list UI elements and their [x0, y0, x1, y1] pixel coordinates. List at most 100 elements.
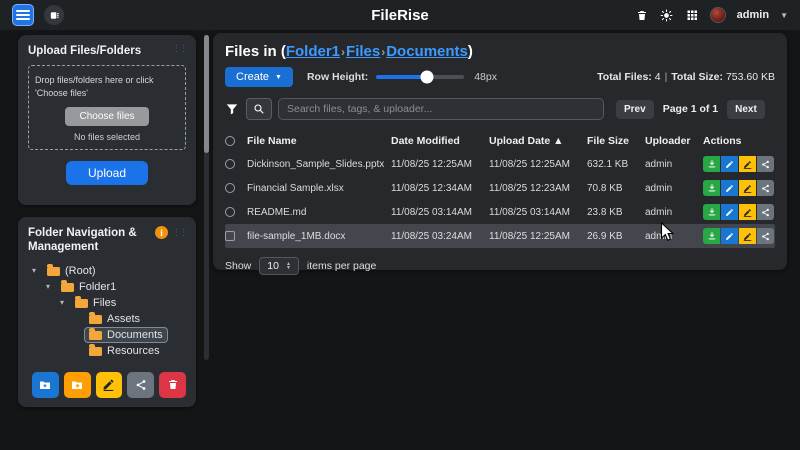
- share-icon: [761, 232, 770, 241]
- edit-tags-button[interactable]: [739, 180, 756, 196]
- share-button[interactable]: [757, 156, 774, 172]
- uploader-cell: admin: [645, 207, 703, 218]
- sun-icon[interactable]: [660, 8, 674, 22]
- share-folder-button[interactable]: [127, 372, 154, 398]
- edit-button[interactable]: [721, 156, 738, 172]
- rename-folder-button[interactable]: [96, 372, 123, 398]
- prev-page-button[interactable]: Prev: [616, 100, 654, 119]
- edit-tags-button[interactable]: [739, 228, 756, 244]
- choose-files-button[interactable]: Choose files: [65, 107, 148, 126]
- folder-icon: [47, 267, 60, 276]
- edit-icon: [725, 208, 734, 217]
- table-row[interactable]: file-sample_1MB.docx 11/08/25 03:24AM 11…: [225, 224, 775, 248]
- table-row[interactable]: Dickinson_Sample_Slides.pptx 11/08/25 12…: [225, 152, 775, 176]
- breadcrumb-folder1[interactable]: Folder1: [286, 43, 340, 60]
- search-input[interactable]: [278, 98, 604, 120]
- tree-item[interactable]: ▾ Folder1: [28, 279, 186, 295]
- row-height-value: 48px: [474, 71, 497, 83]
- items-per-page-select[interactable]: 10 ▲▼: [259, 257, 299, 275]
- download-button[interactable]: [703, 228, 720, 244]
- edit-button[interactable]: [721, 228, 738, 244]
- table-row[interactable]: README.md 11/08/25 03:14AM 11/08/25 03:1…: [225, 200, 775, 224]
- upload-panel: Upload Files/Folders ⋮⋮ Drop files/folde…: [18, 35, 196, 205]
- create-folder-button[interactable]: [32, 372, 59, 398]
- table-row[interactable]: Financial Sample.xlsx 11/08/25 12:34AM 1…: [225, 176, 775, 200]
- next-page-button[interactable]: Next: [727, 100, 765, 119]
- date-modified-cell: 11/08/25 12:25AM: [391, 159, 489, 170]
- panel-toggle-icon: [49, 10, 60, 21]
- trash-icon[interactable]: [635, 8, 649, 22]
- table-header-row: File Name Date Modified Upload Date ▲ Fi…: [225, 130, 775, 152]
- slider-thumb[interactable]: [421, 71, 434, 84]
- file-name-cell: Financial Sample.xlsx: [247, 183, 391, 194]
- share-icon: [761, 184, 770, 193]
- username-label[interactable]: admin: [737, 9, 769, 21]
- share-button[interactable]: [757, 204, 774, 220]
- heading-prefix: Files in (: [225, 43, 286, 60]
- drag-handle-icon[interactable]: ⋮⋮: [172, 44, 186, 53]
- filter-icon[interactable]: [225, 102, 239, 116]
- info-icon[interactable]: i: [155, 226, 168, 239]
- row-checkbox[interactable]: [225, 207, 235, 217]
- column-header-file-name[interactable]: File Name: [247, 135, 391, 147]
- tree-item[interactable]: ▾ Resources: [28, 343, 186, 359]
- file-size-cell: 632.1 KB: [587, 159, 645, 170]
- tag-pen-icon: [743, 160, 752, 169]
- caret-down-icon[interactable]: ▾: [60, 298, 71, 307]
- download-button[interactable]: [703, 180, 720, 196]
- folder-panel-title: Folder Navigation & Management: [28, 226, 137, 255]
- edit-button[interactable]: [721, 180, 738, 196]
- row-checkbox[interactable]: [225, 231, 235, 241]
- tree-item[interactable]: ▾ (Root): [28, 263, 186, 279]
- column-header-actions: Actions: [703, 135, 775, 147]
- edit-tags-button[interactable]: [739, 156, 756, 172]
- column-header-file-size[interactable]: File Size: [587, 135, 645, 147]
- select-all-checkbox[interactable]: [225, 136, 235, 146]
- row-actions: [703, 180, 775, 196]
- grid-icon[interactable]: [685, 8, 699, 22]
- file-dropzone[interactable]: Drop files/folders here or click 'Choose…: [28, 65, 186, 150]
- share-button[interactable]: [757, 180, 774, 196]
- edit-icon: [725, 184, 734, 193]
- user-menu-chevron-down-icon[interactable]: ▼: [780, 11, 788, 20]
- upload-button[interactable]: Upload: [66, 161, 148, 185]
- row-checkbox[interactable]: [225, 159, 235, 169]
- move-folder-button[interactable]: [64, 372, 91, 398]
- tree-item[interactable]: ▾ Documents: [28, 327, 186, 343]
- row-height-slider[interactable]: [376, 75, 464, 79]
- share-icon: [761, 208, 770, 217]
- edit-tags-button[interactable]: [739, 204, 756, 220]
- search-button[interactable]: [246, 98, 272, 120]
- edit-button[interactable]: [721, 204, 738, 220]
- dropzone-text-line1: Drop files/folders here or click: [35, 74, 179, 87]
- drag-handle-icon[interactable]: ⋮⋮: [172, 228, 186, 237]
- tag-pen-icon: [743, 208, 752, 217]
- download-icon: [707, 183, 717, 193]
- avatar[interactable]: [710, 7, 726, 23]
- panel-toggle-button[interactable]: [44, 5, 64, 25]
- date-modified-cell: 11/08/25 12:34AM: [391, 183, 489, 194]
- tree-item[interactable]: ▾ Files: [28, 295, 186, 311]
- tree-item[interactable]: ▾ Assets: [28, 311, 186, 327]
- tree-item-label: Folder1: [79, 281, 116, 293]
- row-actions: [703, 228, 775, 244]
- create-button[interactable]: Create▼: [225, 67, 293, 87]
- download-button[interactable]: [703, 204, 720, 220]
- app-logo-menu-button[interactable]: [12, 4, 34, 26]
- delete-folder-button[interactable]: [159, 372, 186, 398]
- folder-icon: [89, 347, 102, 356]
- row-checkbox[interactable]: [225, 183, 235, 193]
- column-header-upload-date[interactable]: Upload Date ▲: [489, 135, 587, 147]
- column-header-date-modified[interactable]: Date Modified: [391, 135, 489, 147]
- breadcrumb-files[interactable]: Files: [346, 43, 380, 60]
- column-header-uploader[interactable]: Uploader: [645, 135, 703, 147]
- caret-down-icon[interactable]: ▾: [32, 266, 43, 275]
- scrollbar-track[interactable]: [204, 35, 209, 360]
- delete-folder-icon: [167, 378, 179, 391]
- breadcrumb-documents[interactable]: Documents: [386, 43, 468, 60]
- scrollbar-thumb[interactable]: [204, 35, 209, 153]
- share-button[interactable]: [757, 228, 774, 244]
- caret-down-icon[interactable]: ▾: [46, 282, 57, 291]
- show-label: Show: [225, 260, 251, 272]
- download-button[interactable]: [703, 156, 720, 172]
